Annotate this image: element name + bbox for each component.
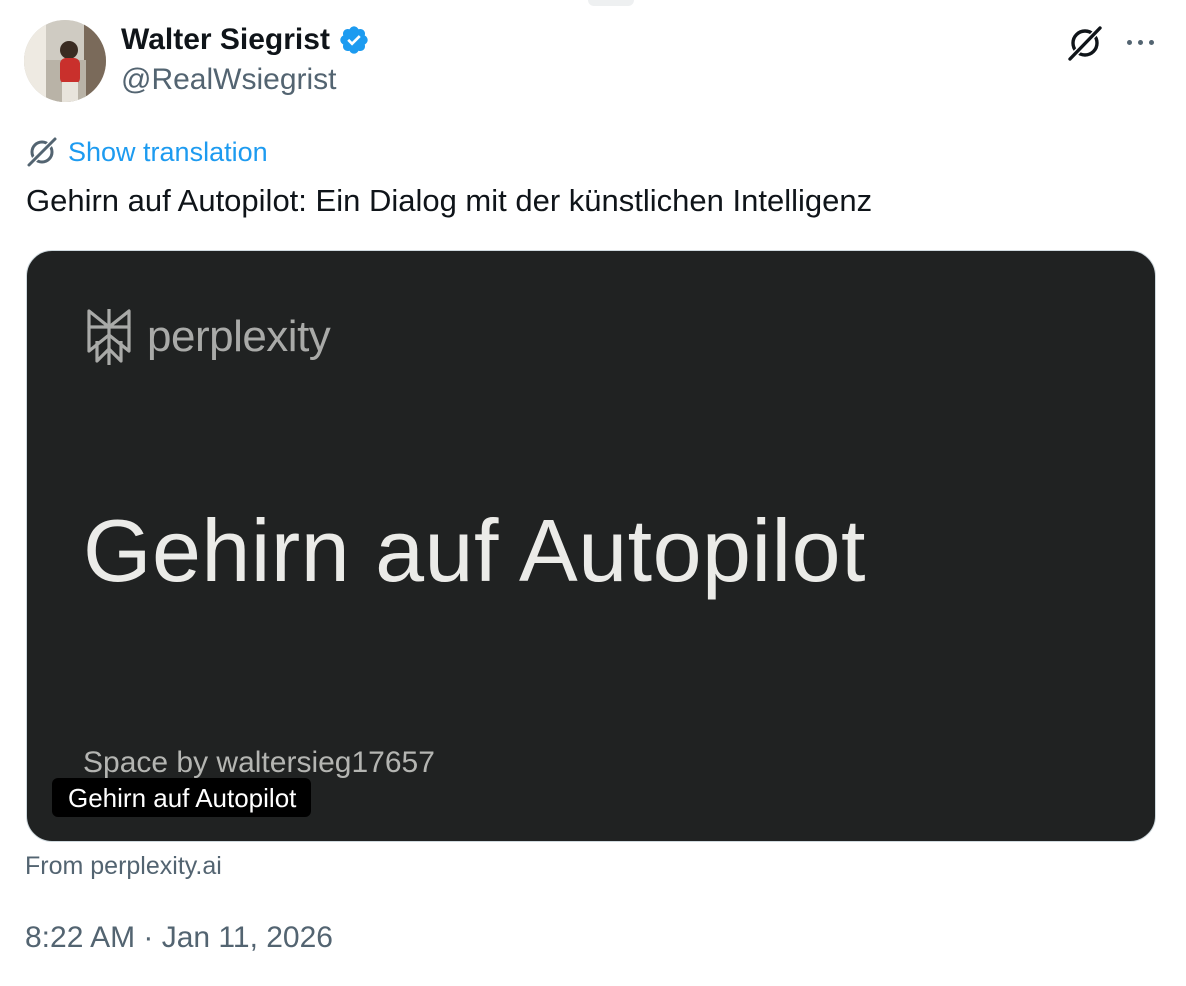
grok-icon[interactable]	[1066, 24, 1104, 62]
avatar[interactable]	[24, 20, 106, 102]
author-handle[interactable]: @RealWsiegrist	[121, 62, 337, 98]
card-source[interactable]: From perplexity.ai	[25, 851, 222, 881]
author-name-row[interactable]: Walter Siegrist	[121, 22, 370, 58]
link-card[interactable]: perplexity Gehirn auf Autopilot Space by…	[26, 250, 1156, 842]
show-translation-link[interactable]: Show translation	[68, 136, 268, 168]
more-dots-icon[interactable]	[1120, 24, 1160, 60]
perplexity-logo-icon	[83, 307, 135, 367]
card-heading: Gehirn auf Autopilot	[83, 501, 866, 600]
card-space-by: Space by waltersieg17657	[83, 746, 435, 779]
perplexity-wordmark: perplexity	[147, 312, 331, 361]
card-caption: Gehirn auf Autopilot	[52, 778, 312, 817]
tweet-timestamp[interactable]: 8:22 AM · Jan 11, 2026	[25, 920, 333, 956]
perplexity-logo: perplexity	[83, 307, 331, 367]
verified-badge-icon[interactable]	[338, 24, 370, 56]
tweet-text: Gehirn auf Autopilot: Ein Dialog mit der…	[26, 183, 873, 218]
author-name[interactable]: Walter Siegrist	[121, 22, 330, 58]
top-sheet-handle	[588, 0, 634, 6]
grok-translate-icon	[26, 136, 58, 168]
show-translation-button[interactable]: Show translation	[26, 136, 268, 168]
